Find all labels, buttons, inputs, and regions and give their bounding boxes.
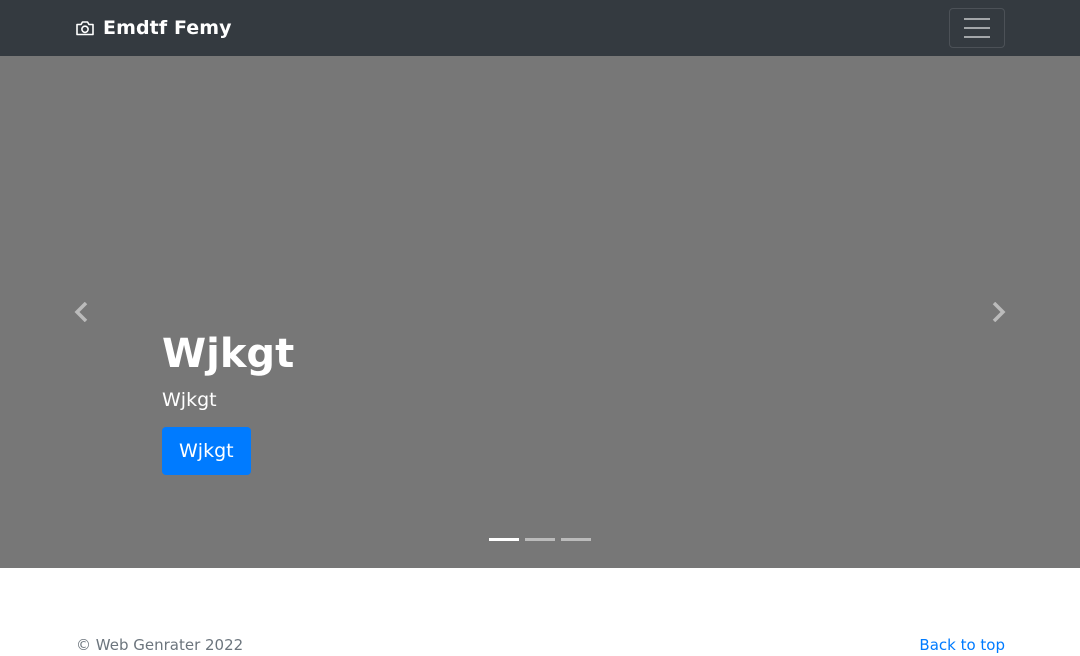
back-to-top-link[interactable]: Back to top xyxy=(919,636,1005,654)
copyright-text: © Web Genrater 2022 xyxy=(76,636,244,654)
carousel-prev-button[interactable] xyxy=(42,56,122,568)
caption-title: Wjkgt xyxy=(162,331,295,377)
hamburger-icon xyxy=(964,18,990,38)
caption-subtitle: Wjkgt xyxy=(162,389,217,411)
page-footer: © Web Genrater 2022 Back to top xyxy=(0,568,1080,656)
camera-icon xyxy=(75,18,95,38)
navbar-toggler-button[interactable] xyxy=(949,8,1005,48)
brand-link[interactable]: Emdtf Femy xyxy=(75,0,232,56)
carousel-caption: Wjkgt Wjkgt Wjkgt xyxy=(162,331,294,475)
hero-carousel: Wjkgt Wjkgt Wjkgt xyxy=(0,56,1080,568)
carousel-indicator-3[interactable] xyxy=(561,538,591,541)
chevron-left-icon xyxy=(74,302,88,322)
carousel-next-button[interactable] xyxy=(958,56,1038,568)
navbar: Emdtf Femy xyxy=(0,0,1080,56)
carousel-indicator-1[interactable] xyxy=(489,538,519,541)
brand-name: Emdtf Femy xyxy=(103,17,232,39)
caption-cta-button[interactable]: Wjkgt xyxy=(162,427,251,475)
chevron-right-icon xyxy=(992,302,1006,322)
carousel-indicator-2[interactable] xyxy=(525,538,555,541)
carousel-indicators xyxy=(489,538,591,541)
